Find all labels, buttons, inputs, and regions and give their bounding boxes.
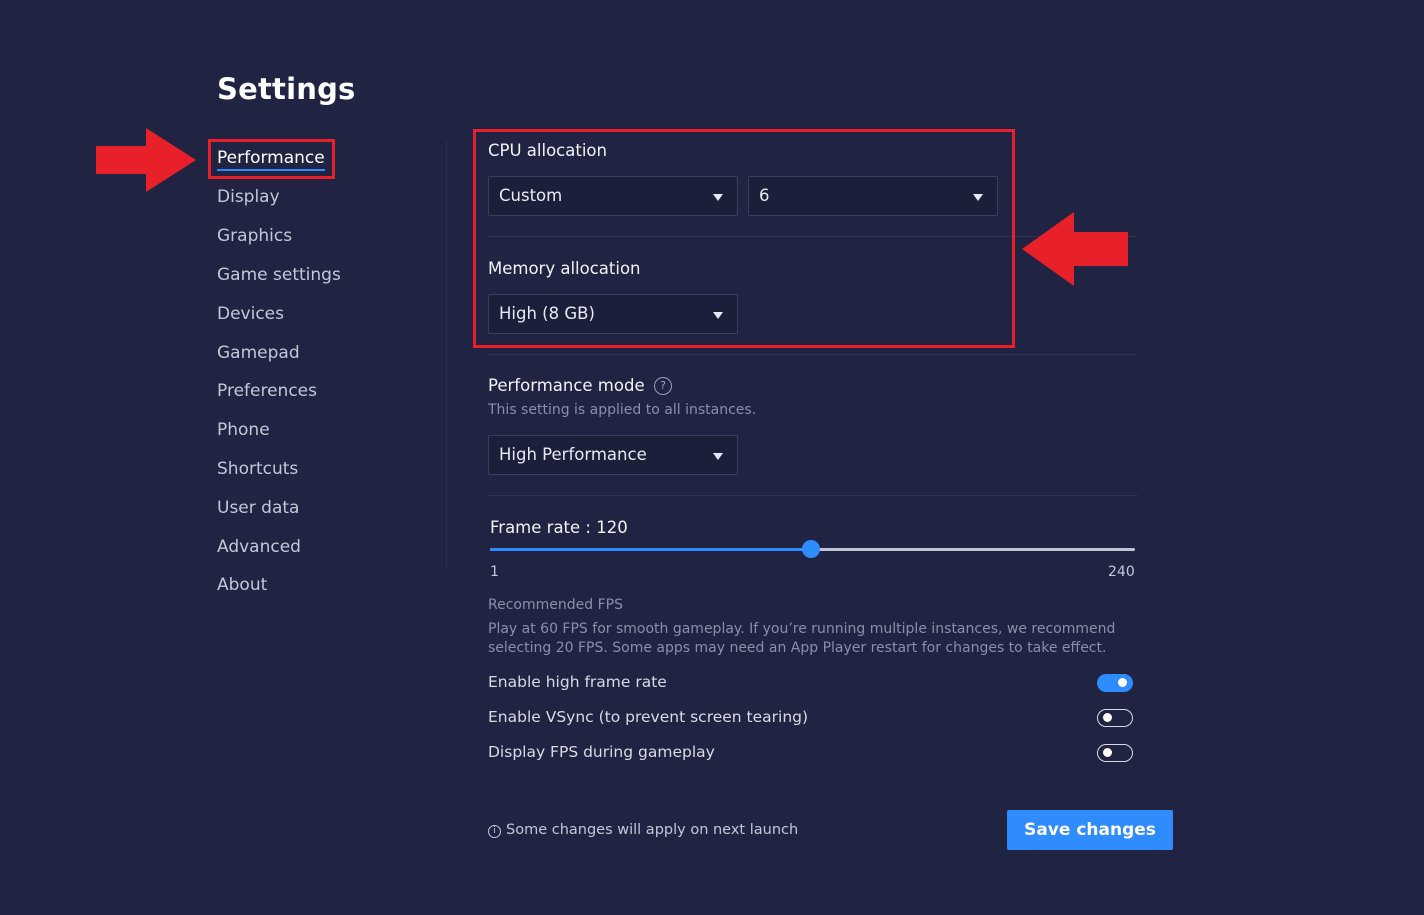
- high-frame-rate-toggle[interactable]: [1097, 674, 1133, 692]
- sidebar-divider: [446, 140, 447, 570]
- page-title: Settings: [217, 72, 356, 106]
- help-icon[interactable]: ?: [654, 377, 672, 395]
- sidebar-item-graphics[interactable]: Graphics: [217, 226, 292, 246]
- restart-note: i Some changes will apply on next launch: [488, 822, 798, 838]
- frame-rate-max-label: 240: [1108, 564, 1135, 580]
- settings-page: Settings Performance Display Graphics Ga…: [0, 0, 1424, 915]
- performance-mode-subtext: This setting is applied to all instances…: [488, 402, 757, 418]
- high-frame-rate-label: Enable high frame rate: [488, 673, 667, 691]
- display-fps-label: Display FPS during gameplay: [488, 743, 715, 761]
- toggle-knob: [1103, 713, 1112, 722]
- info-icon: i: [488, 825, 501, 838]
- sidebar-item-display[interactable]: Display: [217, 187, 280, 207]
- sidebar-item-phone[interactable]: Phone: [217, 420, 270, 440]
- chevron-down-icon: [713, 453, 723, 460]
- toggle-knob: [1118, 678, 1127, 687]
- recommended-fps-text: Play at 60 FPS for smooth gameplay. If y…: [488, 621, 1116, 656]
- right-arrow-icon: [96, 128, 196, 192]
- vsync-toggle[interactable]: [1097, 709, 1133, 727]
- sidebar-item-gamepad[interactable]: Gamepad: [217, 343, 300, 363]
- save-changes-button[interactable]: Save changes: [1007, 810, 1173, 850]
- performance-highlight-box: [208, 139, 335, 179]
- section-divider: [488, 495, 1138, 496]
- sidebar-item-devices[interactable]: Devices: [217, 304, 284, 324]
- frame-rate-slider[interactable]: [490, 540, 1135, 558]
- performance-mode-select[interactable]: High Performance: [488, 435, 738, 475]
- sidebar-item-about[interactable]: About: [217, 575, 267, 595]
- sidebar-item-shortcuts[interactable]: Shortcuts: [217, 459, 298, 479]
- performance-mode-label: Performance mode: [488, 376, 645, 395]
- sidebar-item-user-data[interactable]: User data: [217, 498, 299, 518]
- allocation-highlight-box: [473, 129, 1015, 348]
- frame-rate-slider-fill: [490, 548, 812, 551]
- frame-rate-slider-thumb[interactable]: [802, 540, 821, 558]
- section-divider: [488, 354, 1138, 355]
- recommended-fps-title: Recommended FPS: [488, 597, 623, 613]
- toggle-knob: [1103, 748, 1112, 757]
- frame-rate-min-label: 1: [490, 564, 499, 580]
- display-fps-toggle[interactable]: [1097, 744, 1133, 762]
- restart-note-text: Some changes will apply on next launch: [506, 822, 799, 838]
- performance-mode-value: High Performance: [499, 445, 647, 464]
- sidebar-item-advanced[interactable]: Advanced: [217, 537, 301, 557]
- sidebar-item-preferences[interactable]: Preferences: [217, 381, 317, 401]
- frame-rate-label: Frame rate : 120: [490, 518, 628, 537]
- vsync-label: Enable VSync (to prevent screen tearing): [488, 708, 809, 726]
- sidebar-item-game-settings[interactable]: Game settings: [217, 265, 341, 285]
- left-arrow-icon: [1022, 212, 1128, 286]
